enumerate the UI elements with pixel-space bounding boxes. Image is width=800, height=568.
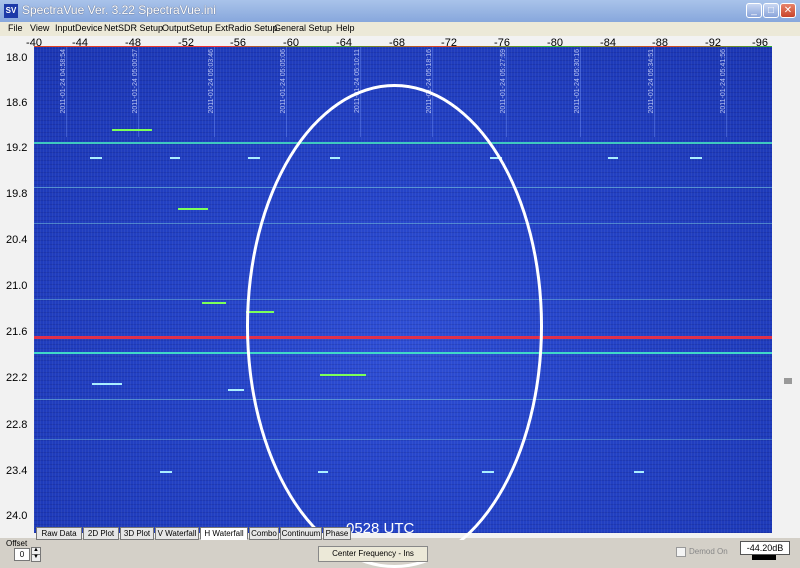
timestamp-label: 2011-01-24 04:58:54 — [60, 49, 67, 114]
status-bar: Offset 0 ▲ ▼ Center Frequency - Ins Demo… — [0, 540, 800, 562]
tab-2d-plot[interactable]: 2D Plot — [83, 527, 119, 540]
timestamp-label: 2011-01-24 05:00:57 — [132, 49, 139, 114]
signal-blip — [178, 208, 208, 210]
y-tick: 21.6 — [6, 326, 28, 338]
offset-input[interactable]: 0 — [14, 548, 30, 561]
signal-level-bar — [752, 555, 776, 560]
center-frequency-button[interactable]: Center Frequency - Ins — [318, 546, 428, 562]
menu-general-setup[interactable]: General Setup — [274, 23, 332, 33]
signal-blip — [90, 157, 102, 159]
checkbox-icon[interactable] — [676, 547, 686, 557]
menu-file[interactable]: File — [8, 23, 23, 33]
maximize-button[interactable]: □ — [763, 3, 779, 18]
signal-blip — [690, 157, 702, 159]
menu-bar: File View InputDevice NetSDR Setup Outpu… — [0, 22, 800, 36]
tab-3d-plot[interactable]: 3D Plot — [120, 527, 154, 540]
tab-v-waterfall[interactable]: V Waterfall — [155, 527, 199, 540]
scroll-handle[interactable] — [784, 378, 792, 384]
y-tick: 19.8 — [6, 188, 28, 200]
signal-blip — [202, 302, 226, 304]
y-tick: 18.0 — [6, 52, 28, 64]
y-tick: 22.2 — [6, 372, 28, 384]
signal-blip — [608, 157, 618, 159]
y-tick: 18.6 — [6, 97, 28, 109]
y-tick: 20.4 — [6, 234, 28, 246]
demod-toggle[interactable]: Demod On — [676, 547, 728, 557]
db-readout: -44.20dB — [740, 541, 790, 555]
window-title: SpectraVue Ver. 3.22 SpectraVue.ini — [22, 3, 216, 17]
y-tick: 22.8 — [6, 419, 28, 431]
menu-outputsetup[interactable]: OutputSetup — [162, 23, 213, 33]
minimize-button[interactable]: _ — [746, 3, 762, 18]
y-tick: 23.4 — [6, 465, 28, 477]
timestamp-label: 2011-01-24 05:41:56 — [720, 49, 727, 114]
tab-phase[interactable]: Phase — [323, 527, 351, 540]
timestamp-label: 2011-01-24 05:30:16 — [574, 49, 581, 114]
vertical-scrollbar[interactable] — [776, 54, 796, 534]
tab-h-waterfall[interactable]: H Waterfall — [200, 527, 248, 540]
waterfall-panel: -40 -44 -48 -52 -56 -60 -64 -68 -72 -76 … — [0, 36, 800, 568]
timestamp-label: 2011-01-24 05:34:51 — [648, 49, 655, 114]
view-tabs: Raw Data 2D Plot 3D Plot V Waterfall H W… — [0, 527, 800, 540]
signal-blip — [112, 129, 152, 131]
timestamp-label: 2011-01-24 05:27:59 — [500, 49, 507, 114]
signal-blip — [170, 157, 180, 159]
offset-label: Offset — [6, 539, 28, 548]
timestamp-label: 2011-01-24 05:05:06 — [280, 49, 287, 114]
signal-blip — [228, 389, 244, 391]
menu-netsdr-setup[interactable]: NetSDR Setup — [104, 23, 163, 33]
timestamp-label: 2011-01-24 05:03:46 — [208, 49, 215, 114]
tab-raw-data[interactable]: Raw Data — [36, 527, 82, 540]
tab-combo[interactable]: Combo — [249, 527, 279, 540]
app-icon: SV — [4, 4, 18, 18]
y-tick: 24.0 — [6, 510, 28, 522]
highlight-ellipse — [246, 84, 543, 568]
menu-extradio-setup[interactable]: ExtRadio Setup — [215, 23, 278, 33]
y-tick: 19.2 — [6, 142, 28, 154]
close-button[interactable]: ✕ — [780, 3, 796, 18]
menu-inputdevice[interactable]: InputDevice — [55, 23, 103, 33]
y-tick: 21.0 — [6, 280, 28, 292]
menu-help[interactable]: Help — [336, 23, 355, 33]
signal-blip — [92, 383, 122, 385]
title-bar: SV SpectraVue Ver. 3.22 SpectraVue.ini _… — [0, 0, 800, 22]
signal-blip — [248, 157, 260, 159]
signal-blip — [160, 471, 172, 473]
menu-view[interactable]: View — [30, 23, 49, 33]
demod-label: Demod On — [689, 547, 728, 557]
tab-continuum[interactable]: Continuum — [280, 527, 322, 540]
offset-down-button[interactable]: ▼ — [31, 554, 41, 562]
signal-blip — [634, 471, 644, 473]
